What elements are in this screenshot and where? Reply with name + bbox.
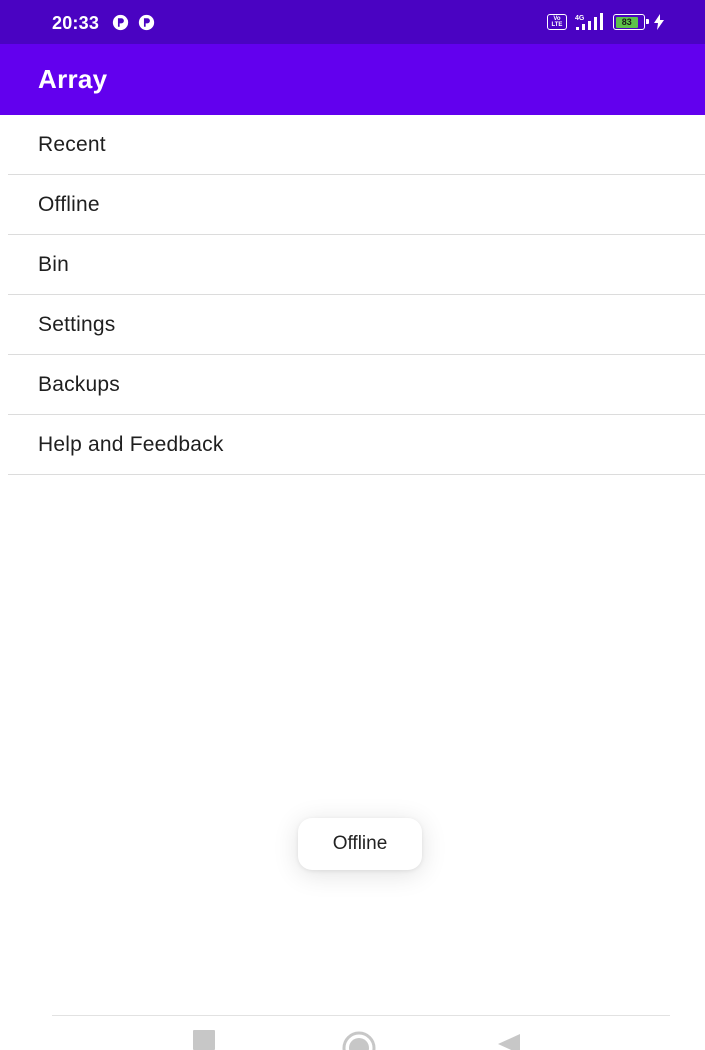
recents-square-icon[interactable] [193,1030,215,1050]
podcast-app-icon [138,14,155,31]
svg-text:4G: 4G [575,15,585,22]
back-triangle-icon[interactable] [496,1030,522,1050]
menu-item-help-and-feedback[interactable]: Help and Feedback [8,415,705,475]
nav-bar-divider [52,1015,670,1016]
toast-text: Offline [332,833,388,854]
charging-bolt-icon [654,14,664,30]
volte-icon: Vo LTE [547,14,567,30]
battery-icon: 83 [613,14,649,30]
home-circle-icon[interactable] [341,1030,377,1050]
podcast-app-icon [112,14,129,31]
menu-item-label: Recent [38,132,106,156]
menu-item-label: Offline [38,192,100,216]
app-bar: Array [0,44,705,115]
battery-level: 83 [615,16,638,28]
menu-item-label: Bin [38,252,69,276]
status-indicators: Vo LTE 4G 83 [547,12,665,32]
menu-item-backups[interactable]: Backups [8,355,705,415]
menu-item-label: Settings [38,312,116,336]
menu-item-recent[interactable]: Recent [8,115,705,175]
menu-item-settings[interactable]: Settings [8,295,705,355]
status-time: 20:33 [52,13,100,33]
status-bar: 20:33 Vo LTE 4G 83 [0,0,705,44]
signal-strength-icon: 4G [575,13,603,30]
menu-list: Recent Offline Bin Settings Backups Help… [8,115,705,475]
toast-message: Offline [298,818,422,870]
menu-item-label: Help and Feedback [38,432,224,456]
menu-item-offline[interactable]: Offline [8,175,705,235]
menu-item-label: Backups [38,372,120,396]
screen: 20:33 Vo LTE 4G 83 Array Recent Offline … [0,0,705,1050]
menu-item-bin[interactable]: Bin [8,235,705,295]
app-title: Array [38,64,108,94]
